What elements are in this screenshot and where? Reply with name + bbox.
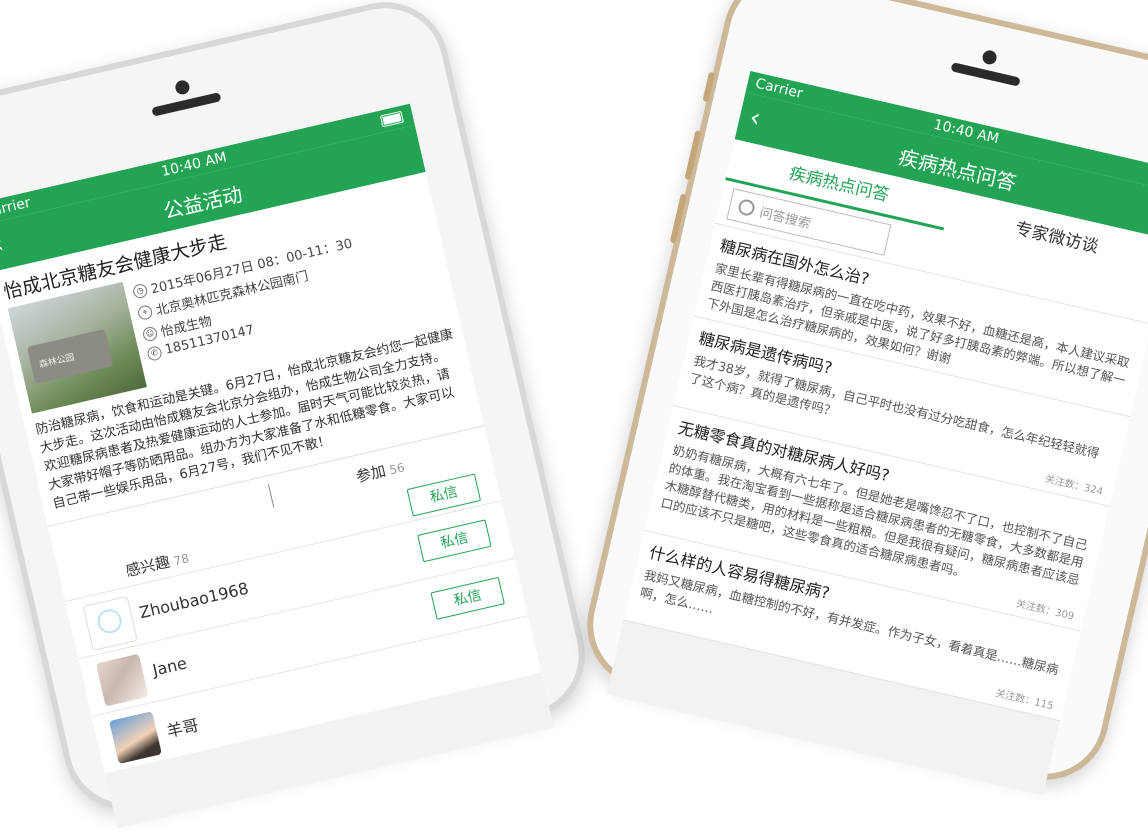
interest-label: 感兴趣 — [123, 552, 172, 581]
search-icon — [736, 197, 757, 218]
left-phone: Carrier 10:40 AM ‹ 公益活动 怡成北京糖友会健康大步走 森林公… — [0, 0, 598, 828]
user-name: Jane — [150, 653, 189, 680]
avatar — [82, 595, 138, 651]
phone-icon: ✆ — [146, 344, 163, 362]
avatar — [95, 653, 149, 707]
volume-up-button — [684, 130, 702, 181]
user-name: 羊哥 — [164, 715, 201, 742]
left-screen: Carrier 10:40 AM ‹ 公益活动 怡成北京糖友会健康大步走 森林公… — [0, 103, 554, 828]
earpiece-speaker — [950, 62, 1021, 87]
search-placeholder: 问答搜索 — [758, 205, 813, 232]
front-camera — [174, 78, 191, 96]
join-count: 56 — [387, 459, 406, 477]
interest-count: 78 — [172, 551, 191, 569]
message-button[interactable]: 私信 — [430, 576, 505, 620]
right-phone: Carrier 10:40 AM ‹ 疾病热点问答 疾病热点问答 专家微访谈 问… — [574, 0, 1148, 796]
clock-icon: ◷ — [131, 282, 149, 300]
location-pin-icon: ⌖ — [136, 303, 154, 321]
message-button[interactable]: 私信 — [417, 519, 492, 563]
user-name: Zhoubao1968 — [137, 578, 251, 623]
person-icon: ☺ — [141, 325, 159, 342]
earpiece-speaker — [151, 92, 222, 117]
mute-switch — [702, 71, 716, 103]
volume-down-button — [669, 193, 687, 244]
avatar — [109, 711, 162, 764]
front-camera — [981, 48, 998, 66]
join-label: 参加 — [354, 461, 388, 486]
